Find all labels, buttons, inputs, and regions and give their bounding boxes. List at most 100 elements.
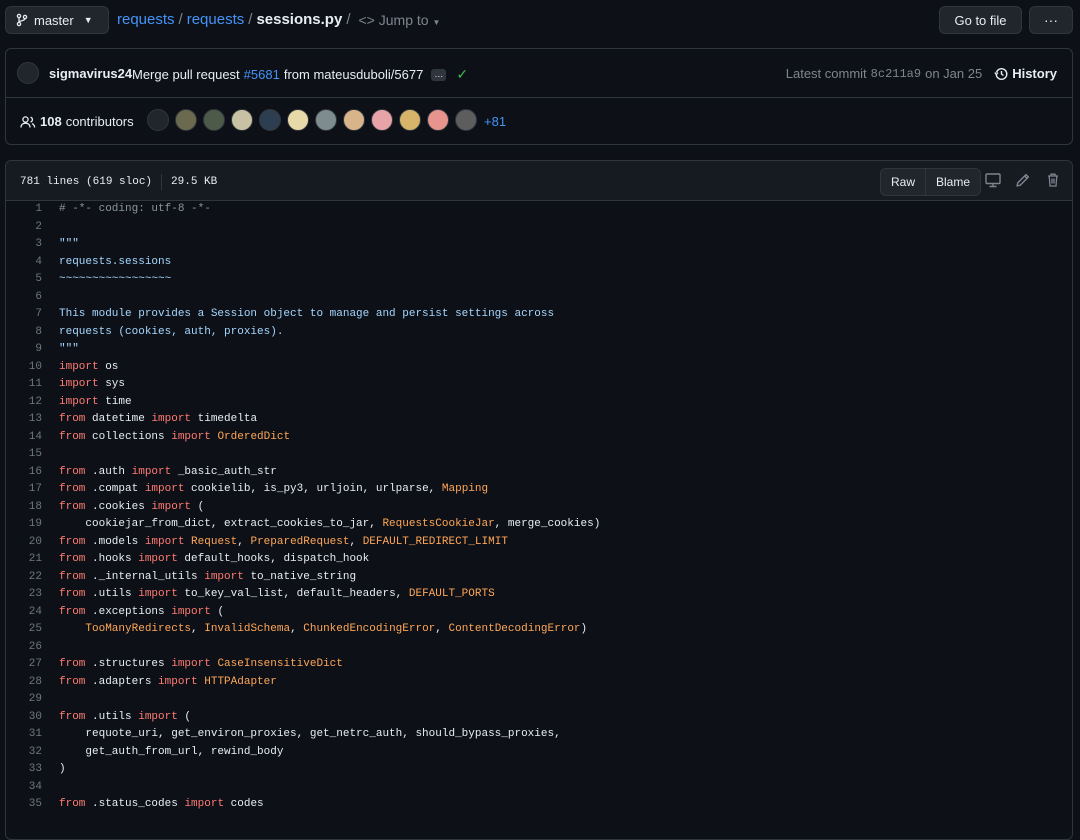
latest-commit-box: sigmavirus24 Merge pull request #5681 fr… xyxy=(5,48,1073,145)
code-line: 23 from .utils import to_key_val_list, de… xyxy=(6,586,1072,604)
breadcrumb-folder-link[interactable]: requests xyxy=(187,11,245,28)
blame-button[interactable]: Blame xyxy=(925,169,981,195)
commit-message-suffix[interactable]: from mateusduboli/5677 xyxy=(284,67,423,82)
code-line: 9 """ xyxy=(6,341,1072,359)
pencil-icon[interactable] xyxy=(1014,171,1032,189)
code-line: 24 from .exceptions import ( xyxy=(6,604,1072,622)
line-number[interactable]: 23 xyxy=(6,586,59,604)
code-line: 22 from ._internal_utils import to_native… xyxy=(6,569,1072,587)
code-line: 34 xyxy=(6,779,1072,797)
code-line: 15 xyxy=(6,446,1072,464)
code-text: # -*- coding: utf-8 -*- xyxy=(59,203,211,215)
line-number[interactable]: 9 xyxy=(6,341,59,359)
code-text: from .status_codes import codes xyxy=(59,798,264,810)
line-number[interactable]: 15 xyxy=(6,446,59,464)
author-avatar[interactable] xyxy=(17,62,39,84)
line-number[interactable]: 34 xyxy=(6,779,59,797)
more-options-button[interactable]: ··· xyxy=(1029,6,1073,34)
line-number[interactable]: 26 xyxy=(6,639,59,657)
code-text: from .adapters import HTTPAdapter xyxy=(59,675,277,688)
chevron-down-icon: ▼ xyxy=(432,17,441,27)
code-text: import time xyxy=(59,395,132,408)
line-number[interactable]: 20 xyxy=(6,534,59,552)
line-number[interactable]: 21 xyxy=(6,551,59,569)
code-text: requote_uri, get_environ_proxies, get_ne… xyxy=(59,728,561,740)
code-line: 13 from datetime import timedelta xyxy=(6,411,1072,429)
branch-select-button[interactable]: master ▼ xyxy=(5,6,109,34)
file-viewer: 781 lines (619 sloc) 29.5 KB Raw Blame 1… xyxy=(5,160,1073,840)
jump-to-dropdown[interactable]: <> Jump to ▼ xyxy=(359,12,441,28)
line-number[interactable]: 16 xyxy=(6,464,59,482)
line-number[interactable]: 31 xyxy=(6,726,59,744)
expand-commit-message-button[interactable]: … xyxy=(431,68,447,81)
code-line: 5 ~~~~~~~~~~~~~~~~~ xyxy=(6,271,1072,289)
line-number[interactable]: 17 xyxy=(6,481,59,499)
commit-message-prefix[interactable]: Merge pull request xyxy=(132,67,240,82)
contributor-avatar[interactable] xyxy=(427,109,449,131)
contributors-link[interactable]: 108 contributors xyxy=(20,114,134,129)
code-text: from .utils import to_key_val_list, defa… xyxy=(59,588,495,600)
trash-icon[interactable] xyxy=(1044,171,1062,189)
line-number[interactable]: 14 xyxy=(6,429,59,447)
pull-request-link[interactable]: #5681 xyxy=(244,67,280,82)
line-number[interactable]: 28 xyxy=(6,674,59,692)
line-number[interactable]: 24 xyxy=(6,604,59,622)
code-text: from .auth import _basic_auth_str xyxy=(59,465,277,478)
line-number[interactable]: 6 xyxy=(6,289,59,307)
code-text: ~~~~~~~~~~~~~~~~~ xyxy=(59,273,172,285)
code-line: 26 xyxy=(6,639,1072,657)
raw-blame-group: Raw Blame xyxy=(880,168,982,196)
line-number[interactable]: 13 xyxy=(6,411,59,429)
line-number[interactable]: 35 xyxy=(6,796,59,814)
contributor-avatar[interactable] xyxy=(287,109,309,131)
go-to-file-button[interactable]: Go to file xyxy=(939,6,1022,34)
line-number[interactable]: 29 xyxy=(6,691,59,709)
line-number[interactable]: 27 xyxy=(6,656,59,674)
more-contributors-link[interactable]: +81 xyxy=(484,114,506,129)
raw-button[interactable]: Raw xyxy=(881,169,926,195)
line-number[interactable]: 3 xyxy=(6,236,59,254)
line-number[interactable]: 12 xyxy=(6,394,59,412)
contributor-avatar[interactable] xyxy=(259,109,281,131)
line-number[interactable]: 4 xyxy=(6,254,59,272)
line-number[interactable]: 25 xyxy=(6,621,59,639)
line-number[interactable]: 18 xyxy=(6,499,59,517)
code-line: 11 import sys xyxy=(6,376,1072,394)
contributor-avatar[interactable] xyxy=(147,109,169,131)
line-number[interactable]: 10 xyxy=(6,359,59,377)
contributor-avatar[interactable] xyxy=(455,109,477,131)
line-number[interactable]: 22 xyxy=(6,569,59,587)
commit-sha-link[interactable]: 8c211a9 xyxy=(871,67,921,81)
code-text: import os xyxy=(59,360,119,373)
line-number[interactable]: 30 xyxy=(6,709,59,727)
code-line: 12 import time xyxy=(6,394,1072,412)
history-link[interactable]: History xyxy=(994,66,1057,81)
code-line: 3 """ xyxy=(6,236,1072,254)
code-line: 8 requests (cookies, auth, proxies). xyxy=(6,324,1072,342)
contributor-avatar[interactable] xyxy=(399,109,421,131)
contributor-avatar[interactable] xyxy=(315,109,337,131)
contributor-avatar[interactable] xyxy=(231,109,253,131)
line-number[interactable]: 32 xyxy=(6,744,59,762)
desktop-icon[interactable] xyxy=(984,171,1002,189)
contributor-avatar[interactable] xyxy=(371,109,393,131)
line-number[interactable]: 11 xyxy=(6,376,59,394)
contributor-avatar[interactable] xyxy=(343,109,365,131)
line-number[interactable]: 7 xyxy=(6,306,59,324)
line-number[interactable]: 8 xyxy=(6,324,59,342)
breadcrumb-repo-link[interactable]: requests xyxy=(117,11,175,28)
breadcrumb-file-name: sessions.py xyxy=(256,11,343,28)
commit-author-link[interactable]: sigmavirus24 xyxy=(49,66,132,81)
code-text: from ._internal_utils import to_native_s… xyxy=(59,570,357,583)
contributor-avatar[interactable] xyxy=(203,109,225,131)
line-number[interactable]: 33 xyxy=(6,761,59,779)
line-number[interactable]: 5 xyxy=(6,271,59,289)
code-text: """ xyxy=(59,238,79,250)
contributors-row: 108 contributors +81 xyxy=(6,97,1072,145)
code-text: from .exceptions import ( xyxy=(59,605,225,618)
check-icon[interactable]: ✓ xyxy=(456,66,468,83)
line-number[interactable]: 2 xyxy=(6,219,59,237)
line-number[interactable]: 19 xyxy=(6,516,59,534)
line-number[interactable]: 1 xyxy=(6,201,59,219)
contributor-avatar[interactable] xyxy=(175,109,197,131)
